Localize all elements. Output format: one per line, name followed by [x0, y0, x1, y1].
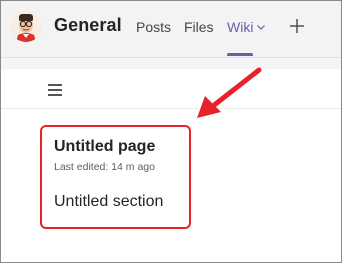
avatar-icon — [10, 10, 42, 42]
plus-icon[interactable] — [288, 17, 306, 35]
active-tab-indicator — [227, 53, 253, 56]
channel-title: General — [54, 15, 122, 35]
tab-files[interactable]: Files — [184, 19, 214, 35]
tab-posts[interactable]: Posts — [136, 19, 171, 35]
chevron-down-icon[interactable] — [256, 22, 266, 32]
hamburger-menu-icon[interactable] — [48, 84, 62, 96]
annotation-highlight-box — [40, 125, 191, 229]
red-arrow — [197, 67, 262, 118]
avatar[interactable] — [10, 10, 42, 42]
tab-wiki-label: Wiki — [227, 19, 254, 35]
channel-header: General Posts Files Wiki — [0, 0, 342, 58]
tab-wiki[interactable]: Wiki — [227, 19, 266, 35]
